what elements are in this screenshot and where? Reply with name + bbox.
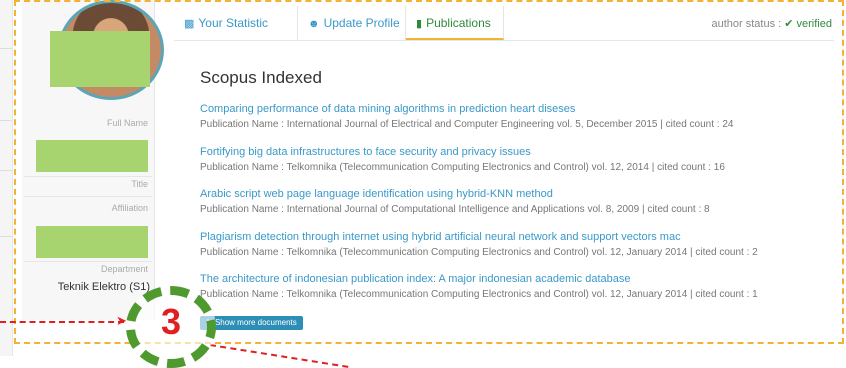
publication-meta: Publication Name : Telkomnika (Telecommu…: [200, 289, 758, 300]
publication-item: Arabic script web page language identifi…: [200, 188, 710, 215]
redaction-block-name: [36, 140, 148, 172]
tab-publications[interactable]: ▮ Publications: [406, 6, 504, 40]
publication-link[interactable]: Plagiarism detection through internet us…: [200, 231, 758, 243]
tabs-divider: [174, 40, 834, 41]
full-name-label: Full Name: [106, 118, 148, 128]
publication-link[interactable]: Comparing performance of data mining alg…: [200, 103, 733, 115]
title-label: Title: [131, 179, 148, 189]
annotation-arrow-line: [0, 321, 124, 323]
bar-chart-icon: ▩: [184, 18, 195, 30]
affiliation-label: Affiliation: [111, 203, 148, 213]
publication-meta: Publication Name : International Journal…: [200, 119, 734, 130]
author-status: author status : ✔ verified: [711, 18, 832, 30]
publication-item: Plagiarism detection through internet us…: [200, 231, 758, 258]
publication-meta: Publication Name : International Journal…: [200, 204, 710, 215]
annotation-number: 3: [160, 301, 182, 342]
left-panel-edge: [0, 0, 13, 356]
tab-update-profile[interactable]: ☻ Update Profile: [298, 6, 406, 40]
profile-divider: [24, 176, 152, 177]
publication-link[interactable]: The architecture of indonesian publicati…: [200, 273, 758, 285]
department-label: Department: [100, 264, 148, 274]
tab-your-statistic[interactable]: ▩ Your Statistic: [174, 6, 298, 40]
publication-item: Fortifying big data infrastructures to f…: [200, 146, 725, 173]
publication-meta: Publication Name : Telkomnika (Telecommu…: [200, 162, 725, 173]
publication-link[interactable]: Arabic script web page language identifi…: [200, 188, 710, 200]
publication-item: Comparing performance of data mining alg…: [200, 103, 733, 130]
redaction-block-photo: [50, 31, 150, 87]
publication-item: The architecture of indonesian publicati…: [200, 273, 758, 300]
user-icon: ☻: [308, 18, 320, 30]
profile-divider: [24, 196, 152, 197]
department-value: Teknik Elektro (S1): [57, 281, 150, 293]
publication-meta: Publication Name : Telkomnika (Telecommu…: [200, 247, 758, 258]
verified-badge: verified: [796, 18, 832, 30]
profile-divider: [24, 261, 152, 262]
section-title: Scopus Indexed: [200, 68, 322, 87]
verified-check-icon: ✔: [784, 18, 794, 30]
book-icon: ▮: [416, 18, 423, 30]
publication-link[interactable]: Fortifying big data infrastructures to f…: [200, 146, 725, 158]
redaction-block-affiliation: [36, 226, 148, 258]
